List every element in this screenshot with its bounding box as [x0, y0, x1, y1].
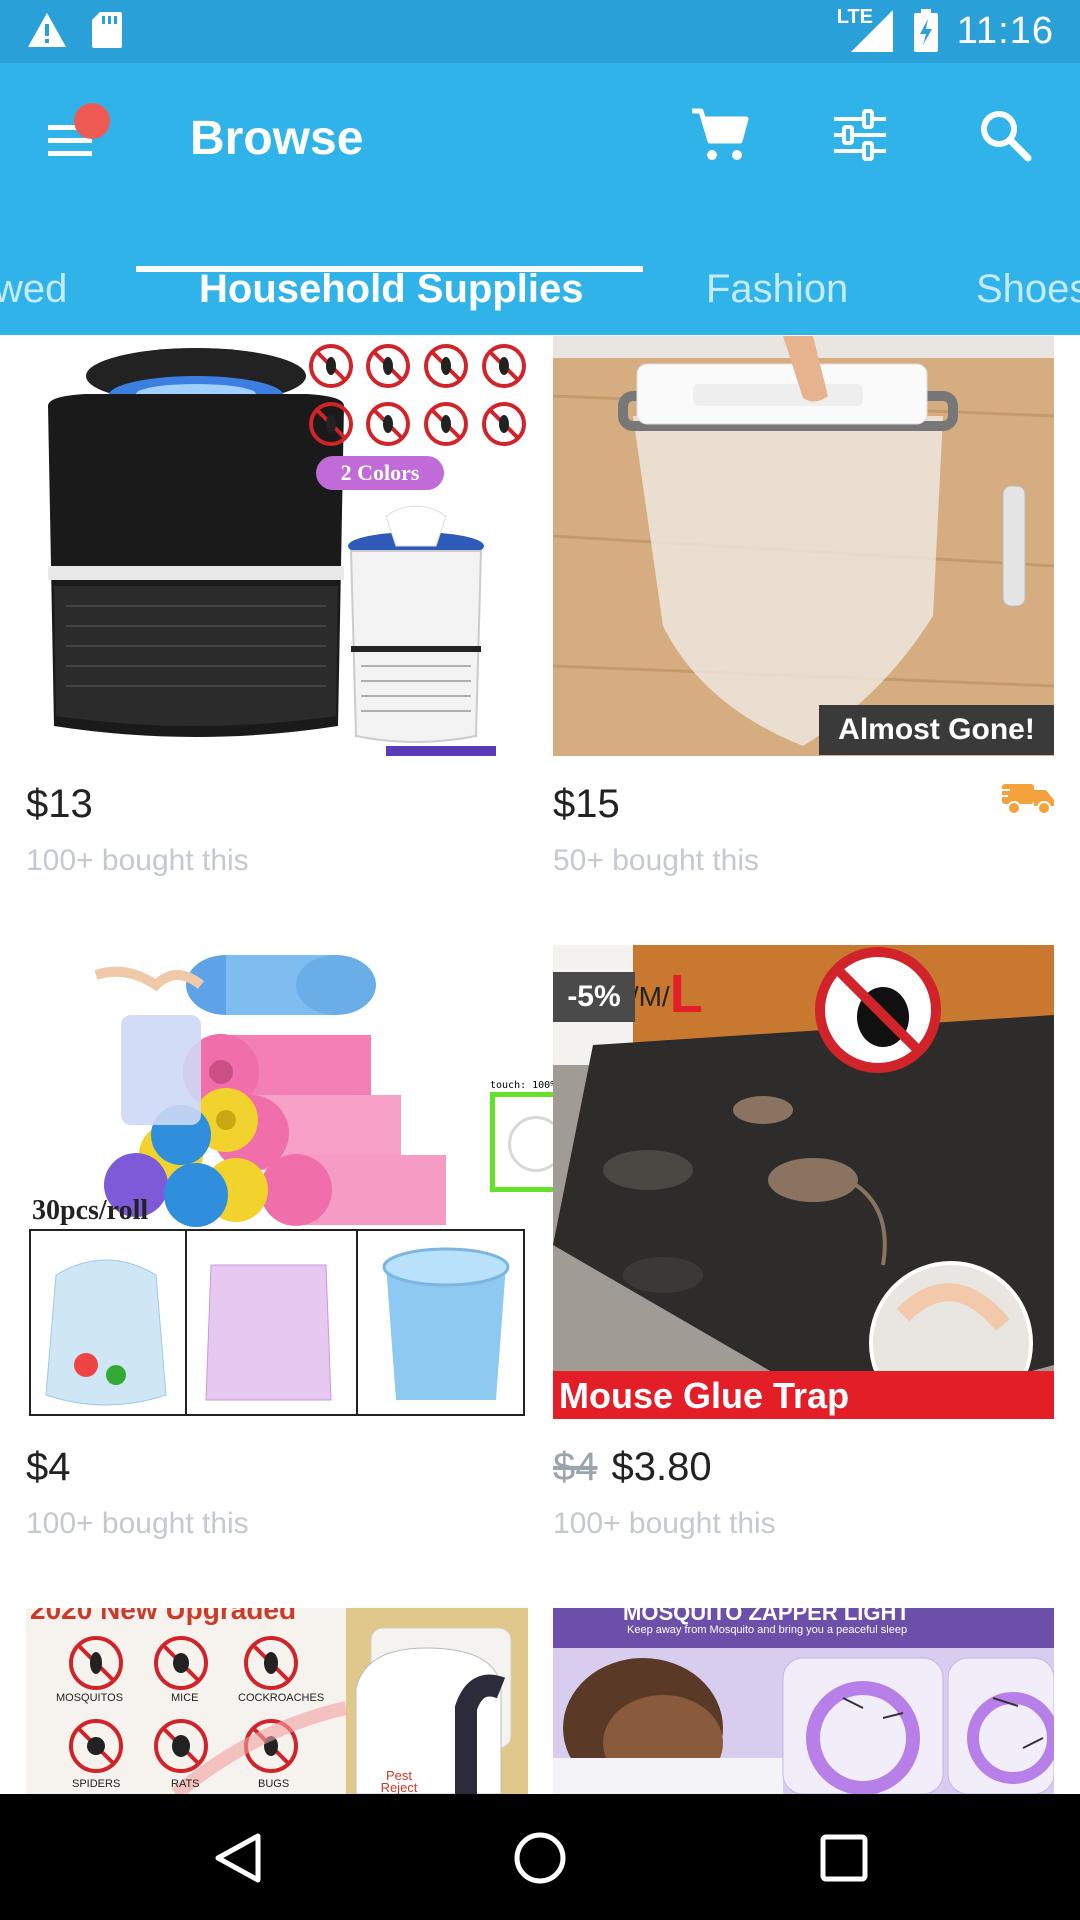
- status-time: 11:16: [956, 9, 1054, 52]
- product-image-trash-bag-holder[interactable]: [553, 336, 1054, 756]
- product-image-mosquito-zapper-light[interactable]: MOSQUITO ZAPPER LIGHT Keep away from Mos…: [553, 1608, 1054, 1794]
- page-title: Browse: [190, 112, 364, 165]
- app-bar: Browse wed Household Supplies Fashion Sh…: [0, 63, 1080, 335]
- active-tab-indicator: [136, 266, 643, 272]
- product-bought-count: 100+ bought this: [553, 1507, 776, 1540]
- search-button[interactable]: [975, 105, 1035, 165]
- sd-card-icon: [92, 12, 122, 48]
- product-bought-count: 100+ bought this: [26, 844, 249, 877]
- touch-indicator-label: touch: 100%: [490, 1080, 557, 1091]
- tab-fashion[interactable]: Fashion: [706, 267, 848, 312]
- system-navigation-bar: [0, 1794, 1080, 1920]
- recents-icon[interactable]: [816, 1830, 872, 1886]
- network-type: LTE: [836, 6, 874, 28]
- pest-label-rats: RATS: [171, 1778, 200, 1790]
- back-icon[interactable]: [210, 1830, 266, 1886]
- status-bar: LTE 11:16: [0, 0, 1080, 63]
- pest-label-mosquitos: MOSQUITOS: [56, 1692, 124, 1704]
- cart-button[interactable]: [690, 105, 750, 165]
- product-price: $4: [26, 1445, 71, 1489]
- product-image-caption: 2020 New Upgraded: [30, 1608, 297, 1625]
- filter-button[interactable]: [830, 105, 890, 165]
- pest-label-mice: MICE: [171, 1692, 199, 1704]
- product-image-caption: 2 Colors: [340, 460, 420, 485]
- filter-icon: [834, 109, 886, 161]
- tab-shoes[interactable]: Shoes: [976, 267, 1080, 312]
- signal-icon: LTE: [837, 6, 895, 54]
- menu-button[interactable]: [40, 103, 110, 163]
- sale-price: $3.80: [611, 1445, 712, 1489]
- battery-charging-icon: [913, 9, 938, 52]
- product-bought-count: 100+ bought this: [26, 1507, 249, 1540]
- pest-label-bugs: BUGS: [258, 1778, 290, 1790]
- original-price: $4: [553, 1445, 598, 1489]
- product-image-caption: Mouse Glue Trap: [559, 1375, 850, 1416]
- product-price: $4 $3.80: [553, 1445, 712, 1490]
- search-icon: [981, 111, 1032, 162]
- product-price: $15: [553, 782, 620, 826]
- product-image-pest-repeller[interactable]: 2020 New Upgraded MOSQUITOS MICE COCKROA…: [26, 1608, 528, 1794]
- pest-label-cockroaches: COCKROACHES: [238, 1692, 325, 1704]
- discount-badge: -5%: [553, 972, 635, 1022]
- tab-followed[interactable]: wed: [0, 267, 67, 312]
- cart-icon: [692, 108, 749, 160]
- product-image-garbage-bags[interactable]: 30pcs/roll: [26, 945, 528, 1419]
- almost-gone-badge: Almost Gone!: [819, 705, 1054, 755]
- product-bought-count: 50+ bought this: [553, 844, 760, 877]
- pest-label-spiders: SPIDERS: [72, 1778, 121, 1790]
- device-label: Pest Reject: [380, 1768, 418, 1794]
- product-image-caption: 30pcs/roll: [32, 1195, 149, 1226]
- product-price: $13: [26, 782, 93, 826]
- size-large: L: [669, 964, 703, 1024]
- notification-dot: [74, 103, 110, 139]
- warning-icon: [28, 13, 66, 47]
- home-icon[interactable]: [512, 1830, 568, 1886]
- product-image-subcaption: Keep away from Mosquito and bring you a …: [627, 1624, 908, 1636]
- shipping-truck-icon: [1000, 784, 1054, 815]
- tab-household-supplies[interactable]: Household Supplies: [199, 267, 583, 312]
- product-image-bug-zapper[interactable]: 2 Colors: [26, 336, 528, 756]
